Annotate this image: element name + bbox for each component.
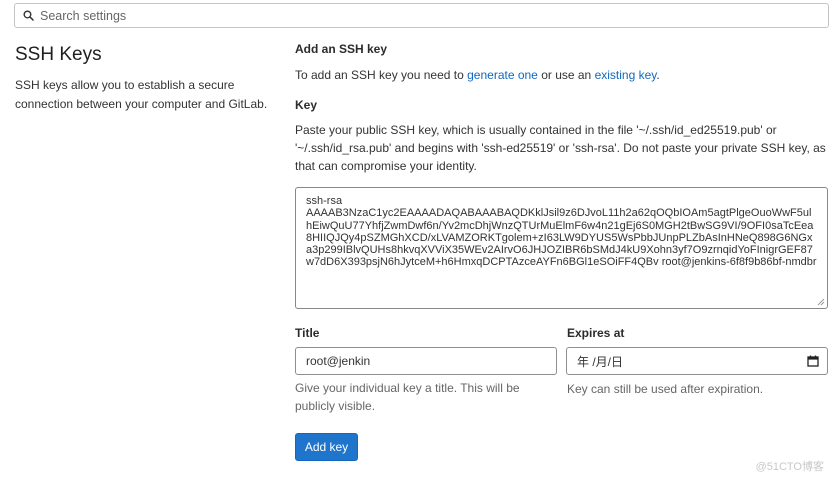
expires-date-value: 年 /月/日 — [577, 354, 624, 369]
expires-help-text: Key can still be used after expiration. — [567, 382, 764, 396]
search-input[interactable] — [40, 8, 800, 23]
generate-one-link[interactable]: generate one — [467, 68, 538, 82]
section-sidebar: SSH Keys SSH keys allow you to establish… — [15, 44, 275, 114]
existing-key-link[interactable]: existing key — [595, 68, 657, 82]
form-heading: Add an SSH key — [295, 42, 388, 56]
key-label: Key — [295, 98, 318, 112]
add-key-button[interactable]: Add key — [295, 433, 358, 461]
search-bar[interactable] — [14, 3, 829, 28]
search-icon — [23, 10, 34, 21]
section-title: SSH Keys — [15, 44, 102, 65]
title-input-value: root@jenkin — [306, 354, 371, 368]
calendar-icon[interactable] — [807, 355, 819, 367]
section-description: SSH keys allow you to establish a secure… — [15, 78, 268, 111]
resize-grip-icon[interactable] — [817, 298, 825, 306]
intro-suffix: . — [656, 68, 660, 82]
intro-prefix: To add an SSH key you need to — [295, 68, 468, 82]
watermark: @51CTO博客 — [755, 461, 824, 473]
key-help-text: Paste your public SSH key, which is usua… — [295, 123, 826, 173]
key-textarea[interactable]: ssh-rsa AAAAB3NzaC1yc2EAAAADAQABAAABAQDK… — [295, 187, 828, 309]
expires-label: Expires at — [567, 326, 625, 340]
key-value: AAAAB3NzaC1yc2EAAAADAQABAAABAQDKklJsil9z… — [306, 207, 817, 269]
title-label: Title — [295, 326, 320, 340]
form-intro: To add an SSH key you need to generate o… — [295, 66, 660, 84]
expires-date-input[interactable]: 年 /月/日 — [566, 347, 828, 375]
title-input[interactable]: root@jenkin — [295, 347, 557, 375]
key-type-line: ssh-rsa — [306, 195, 343, 207]
title-help-text: Give your individual key a title. This w… — [295, 381, 520, 413]
intro-middle: or use an — [537, 68, 595, 82]
